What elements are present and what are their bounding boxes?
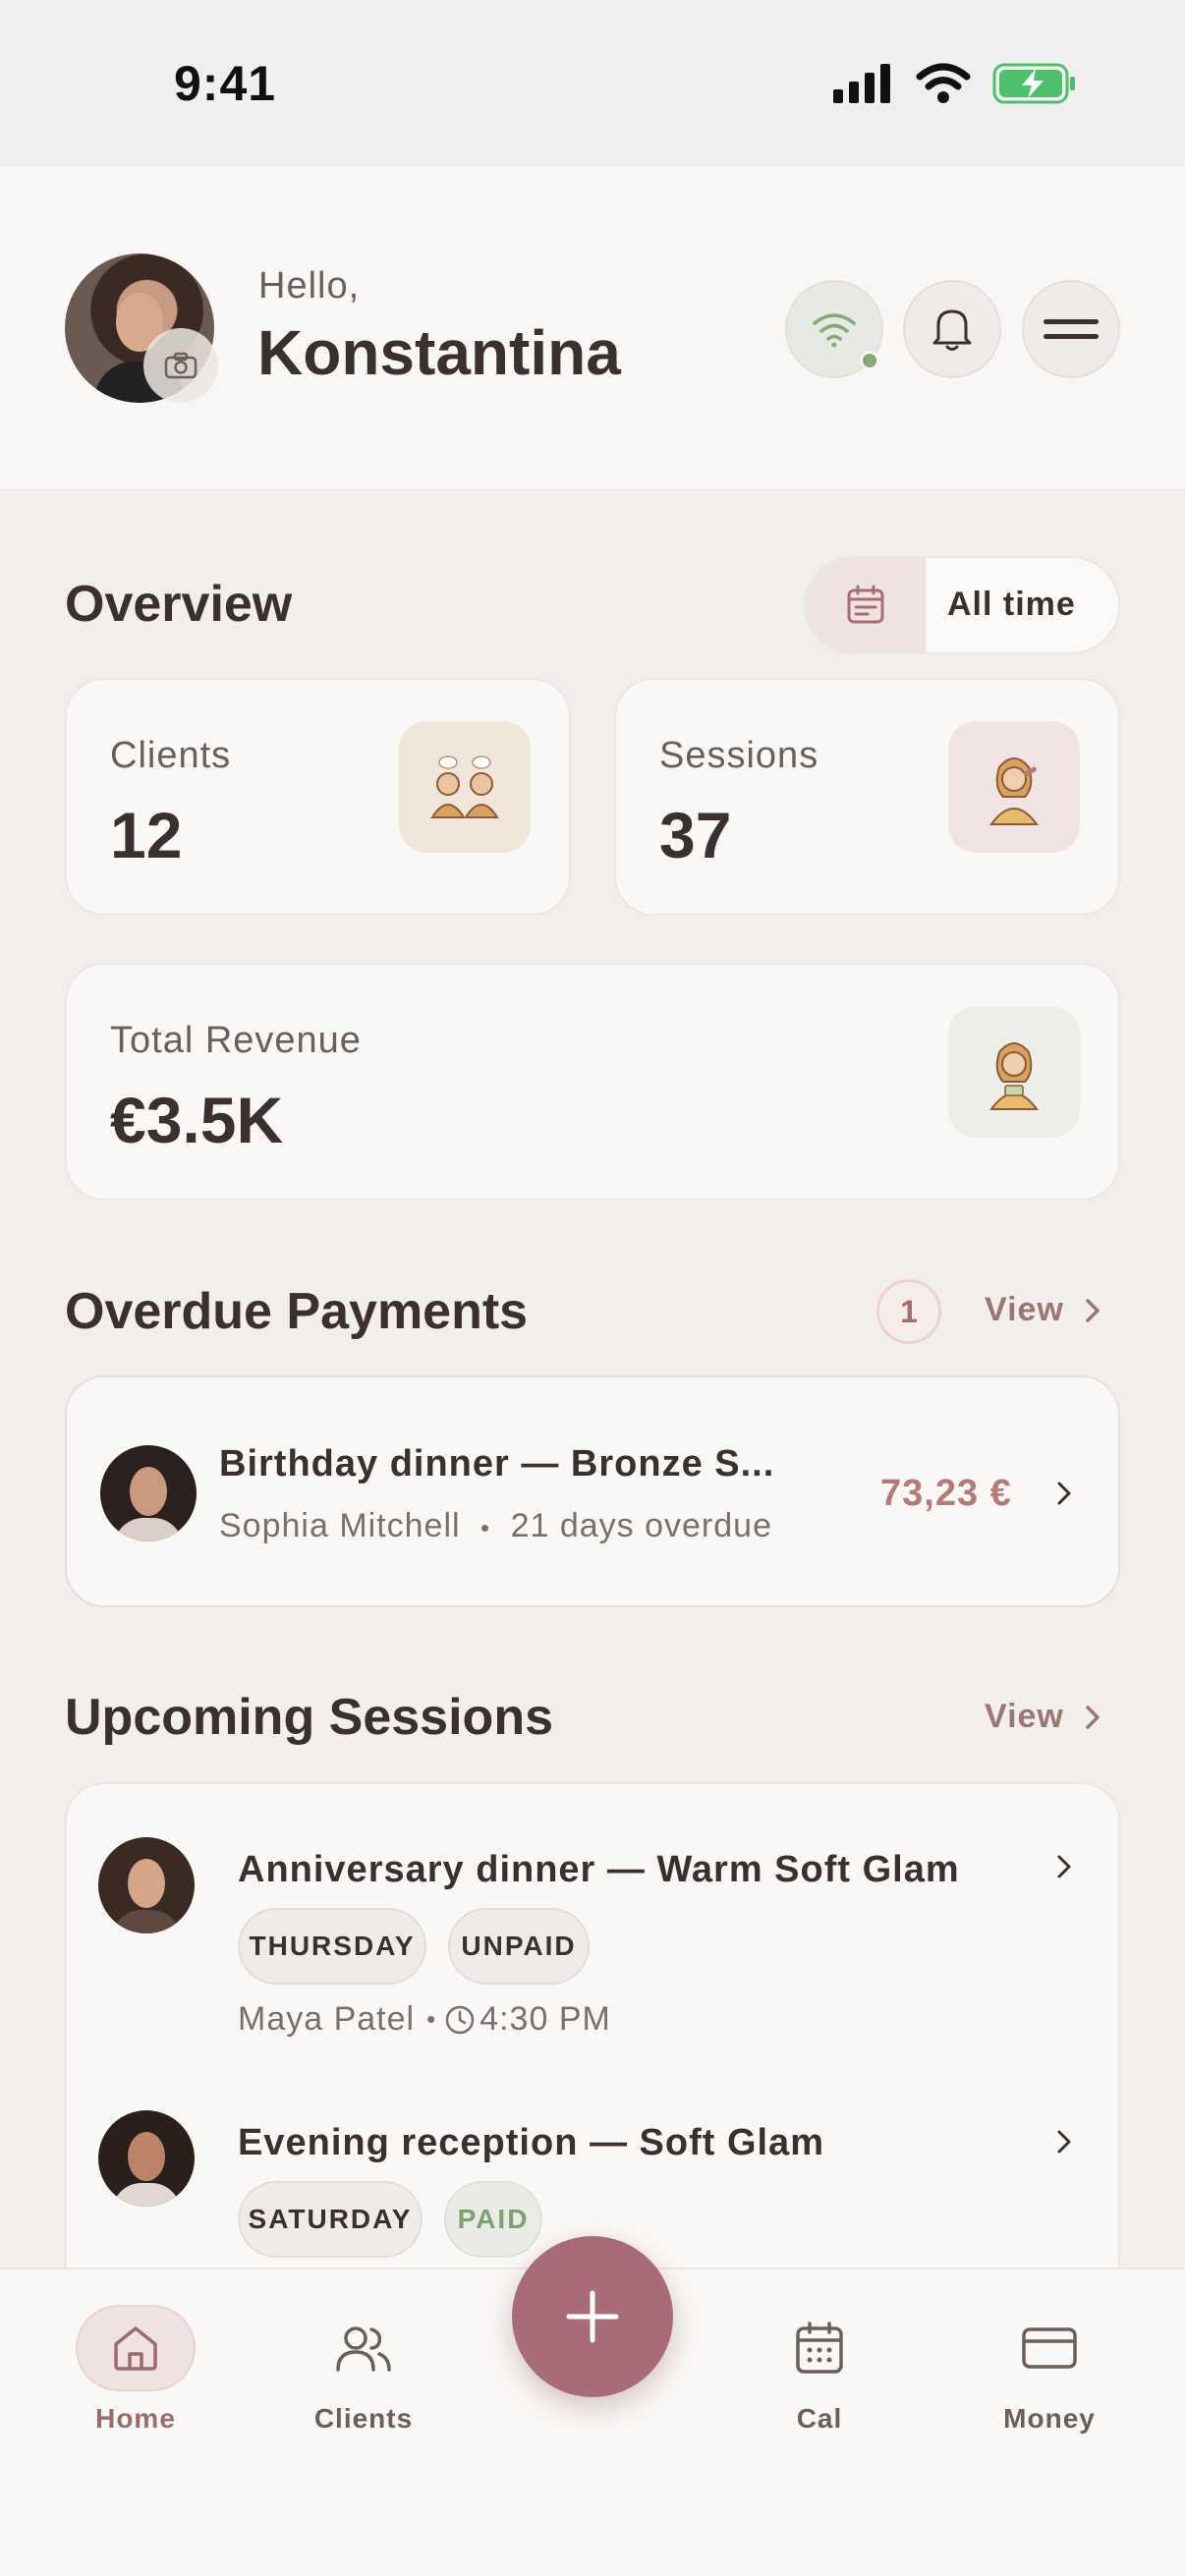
nav-item-home[interactable]: Home	[47, 2305, 224, 2435]
overdue-payment-row[interactable]: Birthday dinner — Bronze S... Sophia Mit…	[65, 1375, 1120, 1607]
clients-stat-value: 12	[110, 799, 183, 871]
nav-item-calendar[interactable]: Cal	[731, 2305, 908, 2435]
payment-status-chip: PAID	[444, 2181, 542, 2258]
chevron-right-icon	[1057, 2130, 1071, 2154]
chevron-right-icon	[1057, 1482, 1071, 1505]
upcoming-view-link[interactable]: View	[985, 1698, 1101, 1736]
revenue-stat-value: €3.5K	[110, 1084, 284, 1156]
sessions-stat-card[interactable]: Sessions 37	[614, 678, 1120, 916]
overview-title: Overview	[65, 576, 293, 633]
separator-dot: •	[480, 1513, 491, 1542]
session-title: Anniversary dinner — Warm Soft Glam	[238, 1849, 960, 1890]
session-title: Evening reception — Soft Glam	[238, 2122, 824, 2163]
sessions-stat-label: Sessions	[659, 735, 819, 776]
menu-button[interactable]	[1022, 280, 1120, 378]
session-day-chip: THURSDAY	[238, 1908, 426, 1985]
profile-header: Hello, Konstantina	[0, 167, 1185, 491]
connection-status-button[interactable]	[785, 280, 883, 378]
overdue-payments-title: Overdue Payments	[65, 1283, 529, 1340]
session-meta: Maya Patel • 4:30 PM	[238, 2000, 611, 2039]
notifications-button[interactable]	[903, 280, 1001, 378]
nav-item-clients[interactable]: Clients	[275, 2305, 452, 2435]
overdue-view-link[interactable]: View	[985, 1291, 1101, 1329]
clock-icon	[445, 2005, 475, 2034]
date-range-selector[interactable]: All time	[804, 556, 1120, 654]
status-bar: 9:41	[0, 0, 1185, 167]
calendar-icon	[806, 558, 926, 652]
clients-stat-card[interactable]: Clients 12	[65, 678, 571, 916]
battery-icon	[992, 63, 1075, 104]
wifi-status-icon	[916, 63, 971, 103]
bell-icon	[932, 309, 972, 351]
status-icons	[833, 63, 1077, 104]
revenue-stat-label: Total Revenue	[110, 1020, 362, 1061]
calendar-icon	[796, 2322, 843, 2374]
overdue-days: 21 days overdue	[510, 1507, 772, 1544]
nav-item-money[interactable]: Money	[961, 2305, 1138, 2435]
client-avatar	[100, 1445, 197, 1541]
plus-icon	[566, 2290, 619, 2343]
revenue-stat-card[interactable]: Total Revenue €3.5K	[65, 963, 1120, 1201]
upcoming-view-label: View	[985, 1698, 1064, 1735]
overdue-view-label: View	[985, 1291, 1064, 1328]
users-icon	[336, 2326, 391, 2372]
menu-icon	[1044, 319, 1099, 339]
upcoming-sessions-title: Upcoming Sessions	[65, 1689, 553, 1746]
clients-illustration-icon	[399, 721, 531, 853]
session-client-name: Maya Patel	[238, 2000, 416, 2038]
client-avatar	[98, 1837, 195, 1933]
clients-stat-label: Clients	[110, 735, 232, 776]
sessions-illustration-icon	[948, 721, 1080, 853]
chevron-right-icon	[1086, 1705, 1100, 1729]
revenue-illustration-icon	[948, 1006, 1080, 1138]
sessions-stat-value: 37	[659, 799, 732, 871]
date-range-label: All time	[947, 586, 1076, 623]
home-icon	[114, 2326, 157, 2371]
card-icon	[1022, 2327, 1077, 2369]
client-avatar	[98, 2110, 195, 2207]
chevron-right-icon	[1086, 1298, 1100, 1322]
wifi-icon	[813, 313, 856, 348]
payment-status-chip: UNPAID	[448, 1908, 590, 1985]
session-row[interactable]: Anniversary dinner — Warm Soft Glam THUR…	[67, 1784, 1118, 2059]
overdue-item-meta: Sophia Mitchell • 21 days overdue	[219, 1507, 772, 1545]
camera-icon[interactable]	[143, 328, 218, 403]
session-day-chip: SATURDAY	[238, 2181, 423, 2258]
overdue-count-badge: 1	[876, 1279, 941, 1344]
nav-label-clients: Clients	[313, 2403, 414, 2434]
user-name: Konstantina	[257, 317, 621, 388]
signal-icon	[833, 64, 890, 103]
status-time: 9:41	[174, 56, 277, 111]
greeting-text: Hello,	[258, 265, 361, 307]
nav-label-home: Home	[95, 2403, 176, 2434]
nav-label-money: Money	[1003, 2403, 1096, 2434]
chevron-right-icon	[1057, 1855, 1071, 1878]
overdue-item-title: Birthday dinner — Bronze S...	[219, 1443, 775, 1484]
overdue-amount: 73,23 €	[880, 1473, 1012, 1514]
add-button[interactable]	[512, 2236, 673, 2397]
online-status-dot	[860, 351, 879, 370]
nav-label-calendar: Cal	[796, 2403, 843, 2434]
separator-dot: •	[426, 2004, 437, 2034]
overdue-client-name: Sophia Mitchell	[219, 1507, 461, 1544]
session-time: 4:30 PM	[480, 2000, 611, 2038]
